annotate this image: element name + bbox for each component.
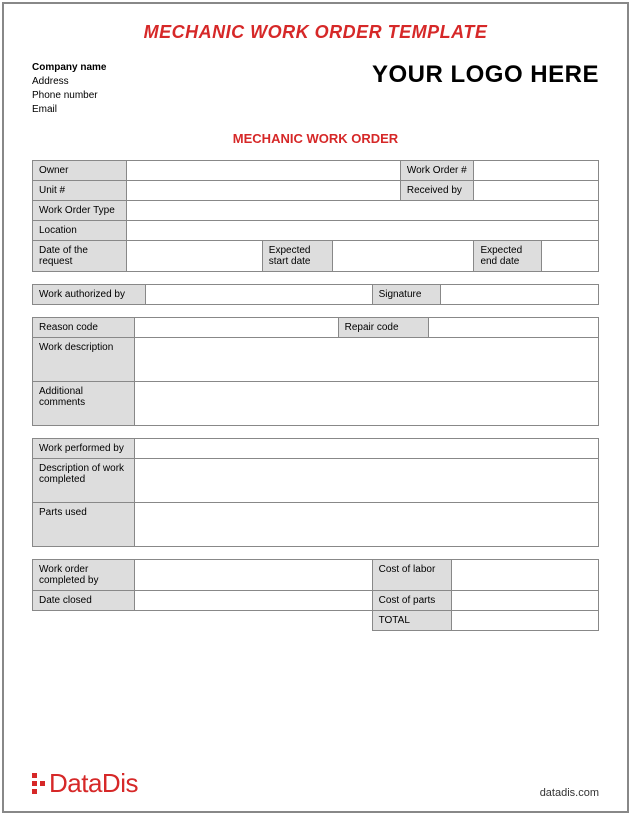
authorized-by-input[interactable] [146,285,372,305]
expected-start-label: Expected start date [262,241,332,272]
brand-logo: DataDis [32,768,138,799]
logo-placeholder: YOUR LOGO HERE [372,61,599,89]
cost-parts-label: Cost of parts [372,591,451,611]
date-request-label: Date of the request [33,241,127,272]
signature-input[interactable] [440,285,599,305]
header-row: Company name Address Phone number Email … [32,61,599,117]
company-name-label: Company name [32,61,106,75]
reason-code-input[interactable] [134,318,338,338]
owner-label: Owner [33,161,127,181]
company-address-label: Address [32,75,106,89]
date-closed-label: Date closed [33,591,135,611]
cost-labor-input[interactable] [451,560,598,591]
cost-labor-label: Cost of labor [372,560,451,591]
expected-start-input[interactable] [332,241,473,272]
work-description-label: Work description [33,338,135,382]
work-order-type-input[interactable] [126,201,598,221]
completion-table: Work order completed by Cost of labor Da… [32,559,599,631]
date-request-input[interactable] [126,241,262,272]
empty-cell [33,611,135,631]
performed-by-label: Work performed by [33,439,135,459]
unit-num-label: Unit # [33,181,127,201]
description-completed-label: Description of work completed [33,459,135,503]
company-info: Company name Address Phone number Email [32,61,106,117]
signature-label: Signature [372,285,440,305]
expected-end-input[interactable] [542,241,599,272]
brand-text: DataDis [49,768,138,799]
additional-comments-label: Additional comments [33,382,135,426]
expected-end-label: Expected end date [474,241,542,272]
repair-code-input[interactable] [429,318,599,338]
work-order-type-label: Work Order Type [33,201,127,221]
authorization-table: Work authorized by Signature [32,284,599,305]
work-order-num-input[interactable] [474,161,599,181]
company-email-label: Email [32,103,106,117]
total-input[interactable] [451,611,598,631]
parts-used-input[interactable] [134,503,598,547]
sub-title: MECHANIC WORK ORDER [32,131,599,146]
authorized-by-label: Work authorized by [33,285,146,305]
total-label: TOTAL [372,611,451,631]
order-info-table: Owner Work Order # Unit # Received by Wo… [32,160,599,272]
document-page: MECHANIC WORK ORDER TEMPLATE Company nam… [2,2,629,813]
main-title: MECHANIC WORK ORDER TEMPLATE [32,22,599,43]
work-description-input[interactable] [134,338,598,382]
performed-by-input[interactable] [134,439,598,459]
repair-code-label: Repair code [338,318,429,338]
parts-used-label: Parts used [33,503,135,547]
description-completed-input[interactable] [134,459,598,503]
location-label: Location [33,221,127,241]
completed-by-label: Work order completed by [33,560,135,591]
additional-comments-input[interactable] [134,382,598,426]
received-by-input[interactable] [474,181,599,201]
date-closed-input[interactable] [134,591,372,611]
company-phone-label: Phone number [32,89,106,103]
owner-input[interactable] [126,161,400,181]
received-by-label: Received by [400,181,474,201]
unit-num-input[interactable] [126,181,400,201]
work-performed-table: Work performed by Description of work co… [32,438,599,547]
completed-by-input[interactable] [134,560,372,591]
description-table: Reason code Repair code Work description… [32,317,599,426]
location-input[interactable] [126,221,598,241]
logo-dots-icon [32,773,45,794]
footer: DataDis datadis.com [32,768,599,799]
cost-parts-input[interactable] [451,591,598,611]
work-order-num-label: Work Order # [400,161,474,181]
footer-site: datadis.com [540,787,599,799]
empty-cell [134,611,372,631]
reason-code-label: Reason code [33,318,135,338]
